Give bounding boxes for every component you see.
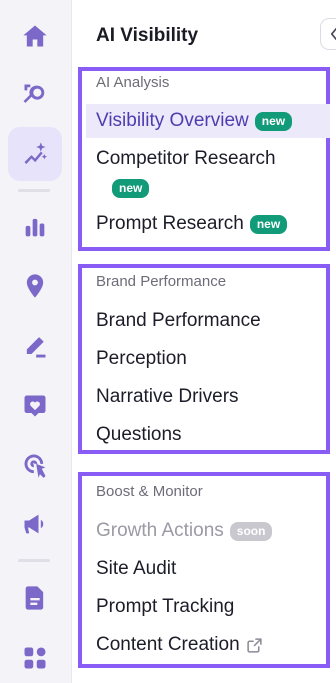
- menu-item-label: Visibility Overview: [96, 110, 249, 131]
- menu-item-label: Site Audit: [96, 558, 177, 579]
- new-badge: new: [112, 179, 150, 198]
- menu-item-label: Perception: [96, 348, 187, 369]
- target-click-icon[interactable]: [8, 438, 62, 492]
- apps-grid-icon[interactable]: [8, 631, 62, 683]
- soon-badge: soon: [229, 521, 273, 541]
- bar-chart-icon[interactable]: [8, 200, 62, 254]
- menu-item-perception[interactable]: Perception: [86, 342, 330, 376]
- edit-pen-icon[interactable]: [8, 320, 62, 374]
- menu-item-visibility-overview[interactable]: Visibility Overview new: [86, 104, 330, 138]
- menu-item-label: Competitor Research: [96, 148, 276, 169]
- group-brand-performance: Brand Performance Brand Performance Perc…: [78, 264, 330, 454]
- menu-item-prompt-research[interactable]: Prompt Research new: [86, 207, 330, 241]
- new-badge: new: [254, 111, 293, 131]
- menu-item-brand-performance[interactable]: Brand Performance: [86, 304, 330, 338]
- heart-chat-icon[interactable]: [8, 379, 62, 433]
- collapse-panel-button[interactable]: [320, 18, 336, 50]
- menu-item-content-creation[interactable]: Content Creation: [86, 628, 330, 662]
- group-label: Brand Performance: [96, 273, 227, 290]
- group-label: AI Analysis: [96, 74, 170, 91]
- location-pin-icon[interactable]: [8, 259, 62, 313]
- menu-item-label: Narrative Drivers: [96, 386, 239, 407]
- menu-item-label: Prompt Tracking: [96, 596, 235, 617]
- menu-item-label: Growth Actions: [96, 520, 224, 541]
- menu-item-site-audit[interactable]: Site Audit: [86, 552, 330, 586]
- group-boost-monitor: Boost & Monitor Growth Actions soon Site…: [78, 472, 330, 668]
- new-badge: new: [249, 214, 288, 234]
- search-analysis-icon[interactable]: [8, 68, 62, 122]
- rail-divider: [18, 559, 50, 562]
- home-icon[interactable]: [8, 9, 62, 63]
- menu-item-questions[interactable]: Questions: [86, 418, 330, 452]
- document-icon[interactable]: [8, 571, 62, 625]
- panel-title: AI Visibility: [96, 25, 199, 46]
- group-ai-analysis: AI Analysis Visibility Overview new Comp…: [78, 67, 330, 251]
- megaphone-icon[interactable]: [8, 497, 62, 551]
- menu-item-label: Questions: [96, 424, 182, 445]
- sparkles-icon[interactable]: [8, 127, 62, 181]
- external-link-icon: [247, 637, 262, 653]
- menu-item-competitor-research[interactable]: Competitor Research: [86, 142, 330, 176]
- menu-item-growth-actions: Growth Actions soon: [86, 514, 330, 548]
- menu-item-narrative-drivers[interactable]: Narrative Drivers: [86, 380, 330, 414]
- menu-item-label: Brand Performance: [96, 310, 261, 331]
- submenu-panel: AI Visibility AI Analysis Visibility Ove…: [72, 0, 336, 683]
- menu-item-label: Prompt Research: [96, 213, 244, 234]
- menu-item-prompt-tracking[interactable]: Prompt Tracking: [86, 590, 330, 624]
- menu-item-label: Content Creation: [96, 634, 240, 655]
- rail-divider: [18, 189, 50, 192]
- group-label: Boost & Monitor: [96, 483, 203, 500]
- icon-rail: [0, 0, 72, 683]
- chevron-left-icon: [330, 27, 336, 41]
